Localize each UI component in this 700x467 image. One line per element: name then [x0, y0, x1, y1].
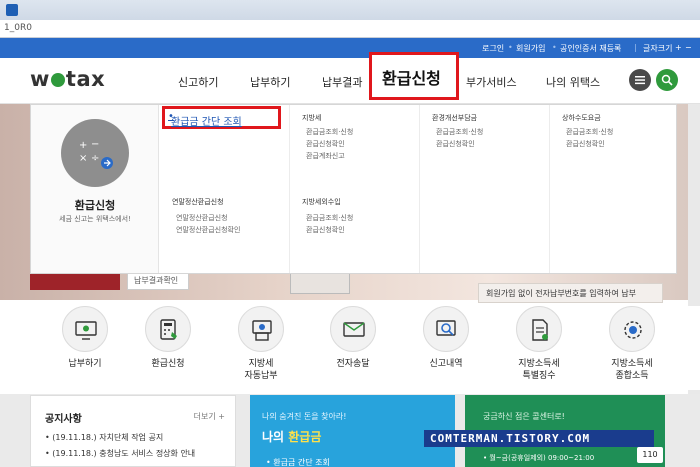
- svg-text:×: ×: [79, 153, 87, 164]
- water-tax-item[interactable]: 환급금조회·신청: [566, 127, 613, 137]
- main-header: w tax 신고하기 납부하기 납부결과 부가서비스 나의 위택스: [0, 58, 700, 104]
- wetax-logo[interactable]: w tax: [30, 67, 105, 91]
- nav-my-wetax[interactable]: 나의 위택스: [546, 74, 600, 90]
- yearend-item[interactable]: 연말정산환급신청: [176, 213, 228, 223]
- logo-e-icon: [50, 73, 65, 87]
- nav-pay[interactable]: 납부하기: [250, 74, 290, 90]
- notice-item[interactable]: • (19.11.18.) 자치단체 작업 공지: [45, 432, 163, 443]
- local-tax-item[interactable]: 환급금조회·신청: [306, 127, 353, 137]
- refund-mega-menu: + − × ÷ 환급신청 세금 신고는 위택스에서! 연말정산환급신청 연말정산…: [30, 104, 677, 274]
- nav-extra-services[interactable]: 부가서비스: [466, 74, 517, 90]
- login-link[interactable]: 로그인: [482, 43, 504, 54]
- auto-pay-icon: [252, 320, 272, 341]
- calculator-icon: + − × ÷: [79, 139, 113, 169]
- browser-titlebar: [0, 0, 700, 20]
- mega-col-water: 상하수도요금 환급금조회·신청 환급신청확인: [550, 105, 677, 273]
- svc-report-history[interactable]: 신고내역: [411, 306, 481, 370]
- mega-menu-title: 환급신청: [74, 199, 116, 212]
- all-menu-button[interactable]: [629, 69, 651, 91]
- utility-separator: |: [634, 43, 637, 52]
- env-tax-item[interactable]: 환급금조회·신청: [436, 127, 483, 137]
- quick-refund-lookup-link[interactable]: • 환급금 간단 조회: [168, 111, 242, 128]
- utility-bar: 로그인 • 회원가입 • 공인인증서 재등록 | 글자크기 + −: [0, 38, 700, 58]
- call-panel-sub: 궁금하신 점은 콜센터로!: [483, 412, 565, 421]
- menu-icon: [635, 76, 645, 85]
- local-non-tax-item[interactable]: 환급금조회·신청: [306, 213, 353, 223]
- env-tax-head: 환경개선부담금: [432, 114, 478, 122]
- water-tax-head: 상하수도요금: [562, 114, 601, 122]
- local-tax-item[interactable]: 환급신청확인: [306, 139, 345, 149]
- refund-panel-title: 나의 환급금: [262, 430, 322, 444]
- call-number-badge: 110: [637, 447, 663, 463]
- svc-income-general[interactable]: 지방소득세 종합소득: [597, 306, 667, 382]
- yearend-head: 연말정산환급신청: [172, 198, 224, 206]
- refund-panel-sub: 나의 숨겨진 돈을 찾아라!: [262, 412, 347, 421]
- utility-separator: •: [508, 43, 513, 52]
- env-tax-item[interactable]: 환급신청확인: [436, 139, 475, 149]
- signup-link[interactable]: 회원가입: [516, 43, 545, 54]
- notice-title: 공지사항: [45, 414, 82, 425]
- local-tax-item[interactable]: 환급계좌신고: [306, 151, 345, 161]
- svg-text:÷: ÷: [91, 153, 99, 164]
- magnifier-doc-icon: [436, 320, 456, 336]
- notice-item[interactable]: • (19.11.18.) 충청남도 서비스 정상화 안내: [45, 448, 195, 459]
- nav-refund-label: 환급신청: [382, 69, 441, 88]
- svc-e-delivery[interactable]: 전자송달: [318, 306, 388, 370]
- browser-tab-icon: [6, 4, 18, 16]
- mega-col-env: 환경개선부담금 환급금조회·신청 환급신청확인: [420, 105, 550, 273]
- mail-icon: [343, 322, 365, 337]
- font-plus-button[interactable]: +: [675, 43, 682, 52]
- svc-income-special[interactable]: 지방소득세 특별징수: [504, 306, 574, 382]
- calculator-hand-icon: [160, 319, 177, 340]
- local-non-tax-head: 지방세외수입: [302, 198, 341, 206]
- call-panel-hours: • 월~금(공휴일제외) 09:00~21:00: [483, 454, 595, 462]
- refund-panel-link[interactable]: • 환급금 간단 조회: [266, 457, 330, 467]
- water-tax-item[interactable]: 환급신청확인: [566, 139, 605, 149]
- search-icon: [661, 74, 673, 86]
- svc-refund[interactable]: 환급신청: [133, 306, 203, 370]
- svg-text:+: +: [79, 140, 87, 151]
- nav-pay-result[interactable]: 납부결과: [322, 74, 362, 90]
- mega-menu-intro: + − × ÷ 환급신청 세금 신고는 위택스에서!: [31, 105, 159, 273]
- document-icon: [532, 319, 548, 341]
- site-watermark: COMTERMAN.TISTORY.COM: [424, 430, 654, 447]
- address-bar[interactable]: 1_0R0: [0, 20, 700, 38]
- monitor-icon: [75, 321, 97, 340]
- svc-pay[interactable]: 납부하기: [50, 306, 120, 370]
- cert-link[interactable]: 공인인증서 재등록: [560, 43, 621, 54]
- mega-col-yearend: 연말정산환급신청 연말정산환급신청 연말정산환급신청확인: [160, 105, 290, 273]
- local-non-tax-item[interactable]: 환급신청확인: [306, 225, 345, 235]
- svg-text:−: −: [91, 139, 99, 150]
- font-size-label: 글자크기: [643, 44, 673, 53]
- local-tax-head: 지방세: [302, 114, 322, 122]
- quick-refund-lookup-highlighted[interactable]: • 환급금 간단 조회: [162, 106, 281, 129]
- nav-refund-highlighted[interactable]: 환급신청: [369, 52, 459, 100]
- gear-coin-icon: [624, 321, 642, 339]
- notice-panel: 공지사항 더보기 + • (19.11.18.) 자치단체 작업 공지 • (1…: [30, 395, 236, 467]
- mega-col-local-tax: 지방세 환급금조회·신청 환급신청확인 환급계좌신고 지방세외수입 환급금조회·…: [290, 105, 420, 273]
- svc-auto-pay[interactable]: 지방세 자동납부: [226, 306, 296, 382]
- yearend-item[interactable]: 연말정산환급신청확인: [176, 225, 240, 235]
- utility-separator: •: [552, 43, 557, 52]
- hero-notice-bar[interactable]: 회원가입 없이 전자납부번호를 입력하여 납부: [478, 283, 663, 303]
- calculator-circle: + − × ÷: [61, 119, 129, 187]
- search-button[interactable]: [656, 69, 678, 91]
- mega-menu-subtitle: 세금 신고는 위택스에서!: [59, 215, 131, 223]
- font-minus-button[interactable]: −: [685, 43, 692, 52]
- address-text: 1_0R0: [4, 23, 32, 33]
- notice-more-link[interactable]: 더보기 +: [194, 411, 225, 422]
- service-icon-row: 납부하기 환급신청 지방세 자동납부 전자송달 신고내역 지방소득세 특별징수 …: [0, 306, 700, 390]
- nav-file-report[interactable]: 신고하기: [178, 74, 218, 90]
